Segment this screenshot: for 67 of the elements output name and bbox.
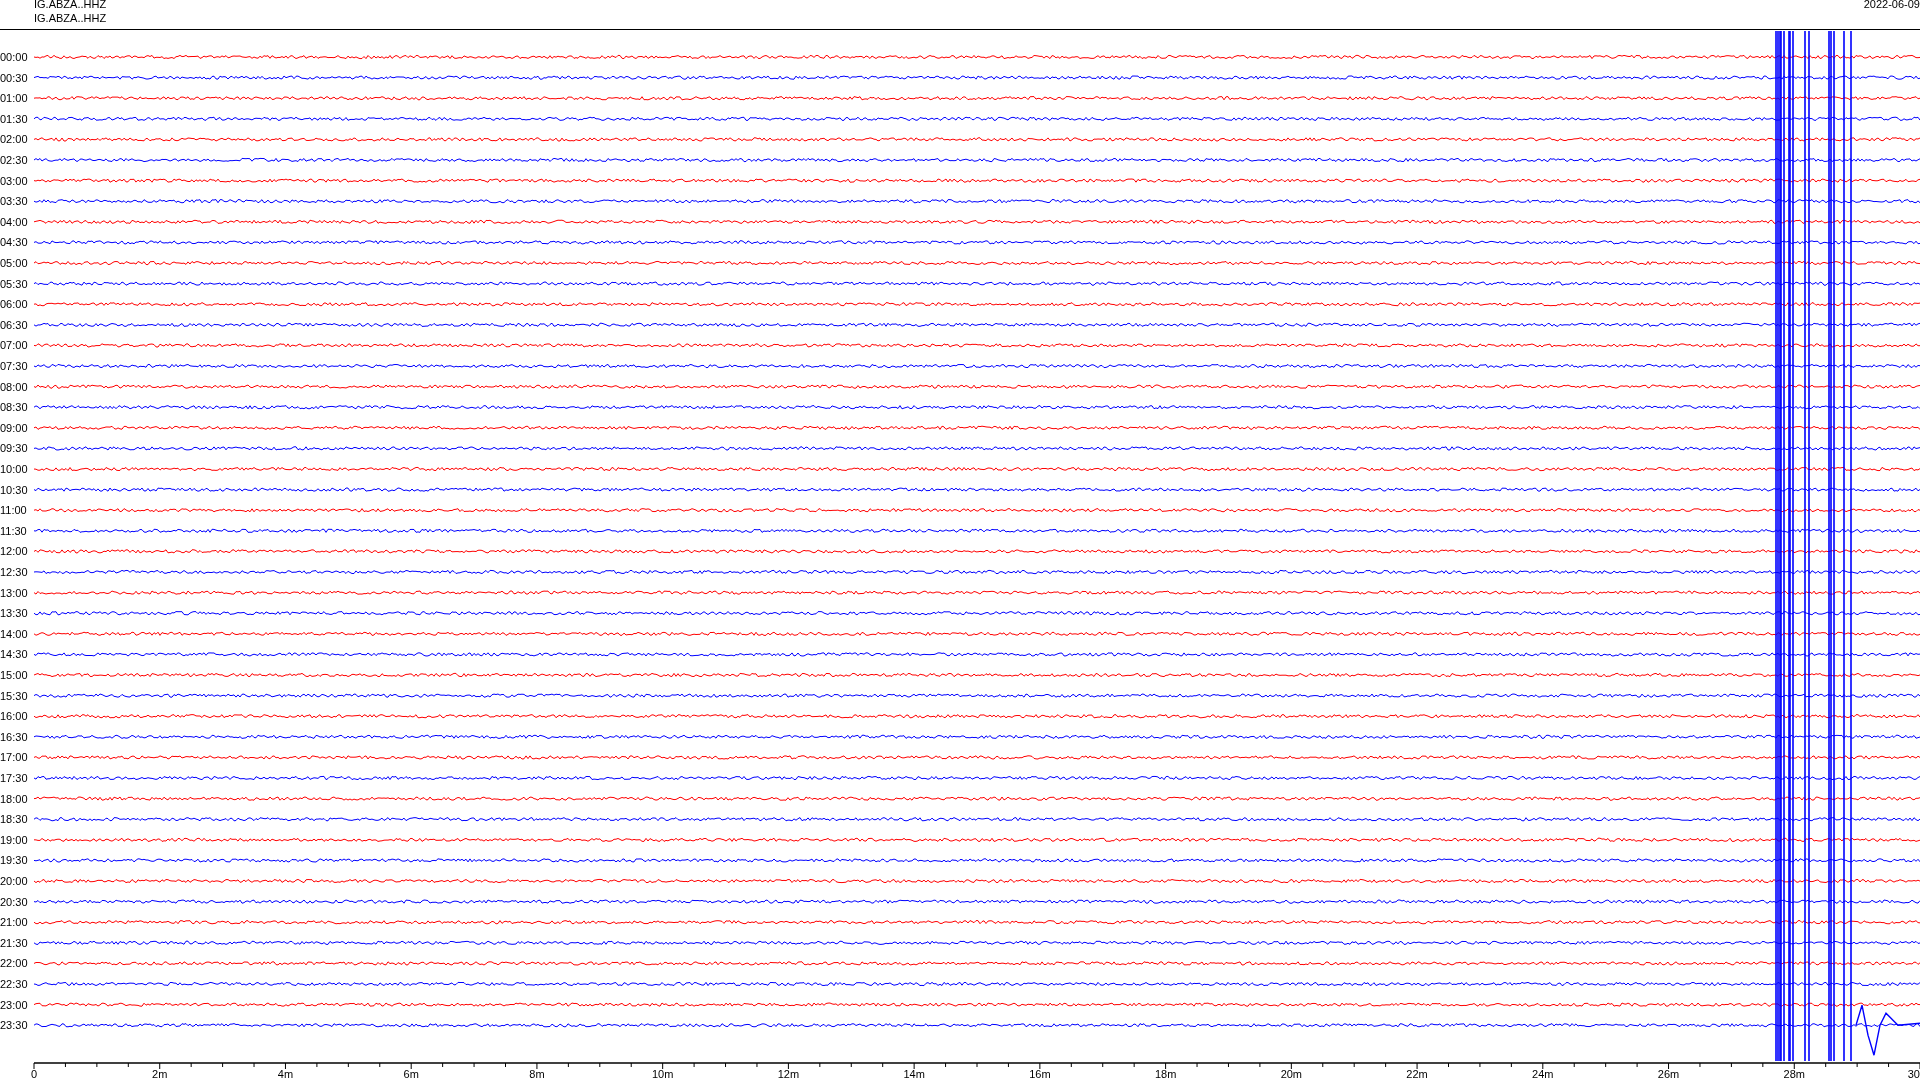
hour-label: 11:30: [0, 524, 27, 537]
axis-tick-label: 12m: [777, 1068, 800, 1079]
axis-tick-label: 6m: [403, 1068, 419, 1079]
hour-label: 13:00: [0, 586, 28, 599]
hour-label: 20:00: [0, 875, 28, 887]
hour-label: 12:00: [0, 545, 28, 558]
hour-label: 16:00: [0, 710, 28, 723]
hour-label: 18:30: [0, 813, 28, 826]
axis-tick-label: 20m: [1280, 1068, 1303, 1079]
hour-label: 19:30: [0, 854, 28, 867]
hour-label: 17:00: [0, 751, 28, 764]
hour-label: 23:00: [0, 998, 28, 1011]
hour-label: 03:30: [0, 195, 28, 208]
hour-label: 11:00: [0, 504, 27, 517]
axis-tick-label: 28m: [1783, 1068, 1805, 1079]
axis-tick-label: 26m: [1657, 1068, 1680, 1079]
hour-label: 07:00: [0, 339, 28, 352]
axis-tick-label: 0: [30, 1068, 38, 1079]
axis-tick-label: 30: [1907, 1068, 1920, 1079]
axis-tick-label: 16m: [1029, 1068, 1051, 1079]
hour-label: 08:30: [0, 401, 28, 414]
hour-label: 20:30: [0, 895, 28, 908]
hour-label: 17:30: [0, 772, 28, 784]
axis-tick-label: 2m: [152, 1068, 168, 1079]
hour-label: 04:30: [0, 236, 28, 249]
hour-label: 12:30: [0, 566, 28, 578]
hour-label: 06:30: [0, 318, 28, 331]
hour-label: 19:00: [0, 833, 28, 846]
hour-label: 02:00: [0, 133, 28, 146]
hour-label: 13:30: [0, 607, 28, 620]
axis-tick-label: 22m: [1406, 1068, 1428, 1079]
hour-label: 06:00: [0, 298, 28, 311]
axis-tick-label: 18m: [1154, 1068, 1177, 1079]
hour-label: 09:00: [0, 421, 28, 434]
axis-tick-label: 4m: [277, 1068, 294, 1079]
hour-label: 01:00: [0, 92, 28, 105]
station-label: IG.ABZA..HHZ: [34, 0, 107, 11]
hour-label: 21:30: [0, 936, 28, 949]
axis-tick-label: 24m: [1532, 1068, 1554, 1079]
hour-label: 04:00: [0, 215, 28, 228]
hour-label: 10:30: [0, 483, 28, 496]
hour-label: 15:00: [0, 669, 28, 681]
hour-label: 09:30: [0, 442, 28, 455]
station-label: IG.ABZA..HHZ: [34, 11, 107, 25]
axis-tick-label: 10m: [651, 1068, 674, 1079]
hour-label: 18:00: [0, 792, 28, 805]
hour-label: 08:00: [0, 380, 28, 393]
hour-label: 10:00: [0, 463, 28, 475]
hour-label: 05:30: [0, 277, 28, 290]
hour-label: 00:00: [0, 51, 28, 63]
hour-label: 22:30: [0, 978, 28, 990]
axis-tick-label: 14m: [903, 1068, 925, 1079]
hour-label: 14:00: [0, 627, 28, 640]
hour-label: 23:30: [0, 1019, 28, 1032]
hour-label: 21:00: [0, 916, 28, 929]
axis-tick-label: 8m: [529, 1068, 545, 1079]
hour-label: 07:30: [0, 360, 28, 372]
hour-label: 02:30: [0, 154, 28, 166]
hour-label: 15:30: [0, 689, 28, 702]
date-label: 2022-06-09: [1863, 0, 1920, 12]
hour-label: 00:30: [0, 71, 28, 84]
hour-label: 05:00: [0, 257, 28, 269]
hour-label: 16:30: [0, 730, 28, 743]
hour-label: 01:30: [0, 112, 28, 125]
hour-label: 22:00: [0, 957, 28, 970]
hour-label: 03:00: [0, 174, 28, 187]
hour-label: 14:30: [0, 648, 28, 661]
